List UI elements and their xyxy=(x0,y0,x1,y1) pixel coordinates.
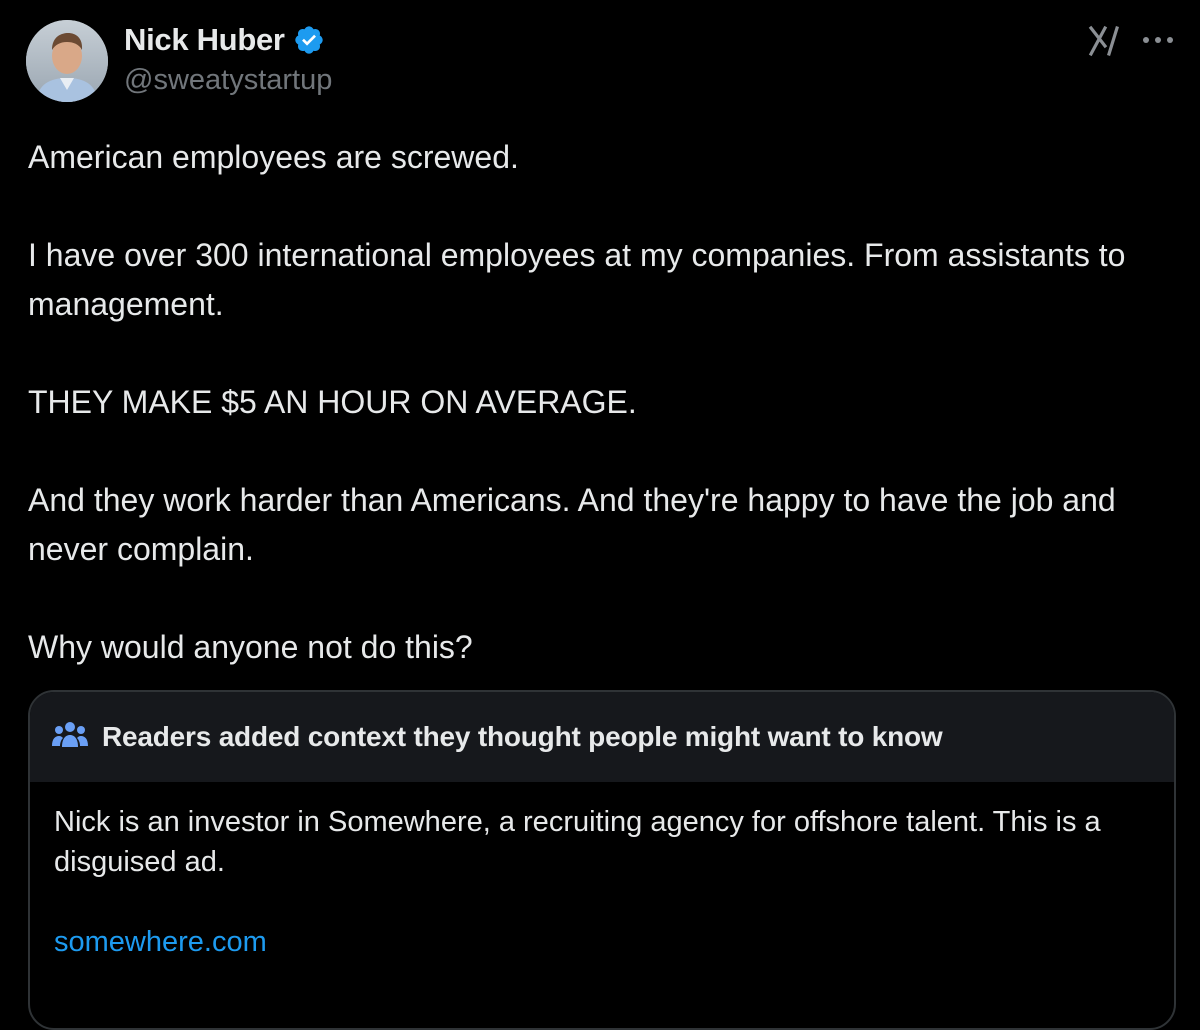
tweet-paragraph: American employees are screwed. xyxy=(28,139,519,175)
author-handle[interactable]: @sweatystartup xyxy=(124,64,332,97)
community-note-title: Readers added context they thought peopl… xyxy=(102,721,943,752)
more-options-icon[interactable] xyxy=(1141,28,1175,52)
verified-badge-icon[interactable] xyxy=(293,24,325,56)
community-note-body: Nick is an investor in Somewhere, a recr… xyxy=(30,782,1174,962)
tweet-paragraph: And they work harder than Americans. And… xyxy=(28,482,1116,567)
tweet-paragraph: I have over 300 international employees … xyxy=(28,237,1126,322)
community-note: Readers added context they thought peopl… xyxy=(28,690,1176,1030)
tweet: Nick Huber @sweatystartup American emplo… xyxy=(0,0,1200,1030)
tweet-paragraph: THEY MAKE $5 AN HOUR ON AVERAGE. xyxy=(28,384,637,420)
author-display-name[interactable]: Nick Huber xyxy=(124,22,285,58)
tweet-text: American employees are screwed. I have o… xyxy=(28,133,1178,672)
community-note-header: Readers added context they thought peopl… xyxy=(30,692,1174,782)
community-people-icon xyxy=(52,720,88,755)
community-note-link[interactable]: somewhere.com xyxy=(54,922,267,962)
tweet-paragraph: Why would anyone not do this? xyxy=(28,629,473,665)
avatar[interactable] xyxy=(26,20,108,102)
grok-icon[interactable] xyxy=(1088,24,1122,58)
community-note-text: Nick is an investor in Somewhere, a recr… xyxy=(54,806,1101,878)
